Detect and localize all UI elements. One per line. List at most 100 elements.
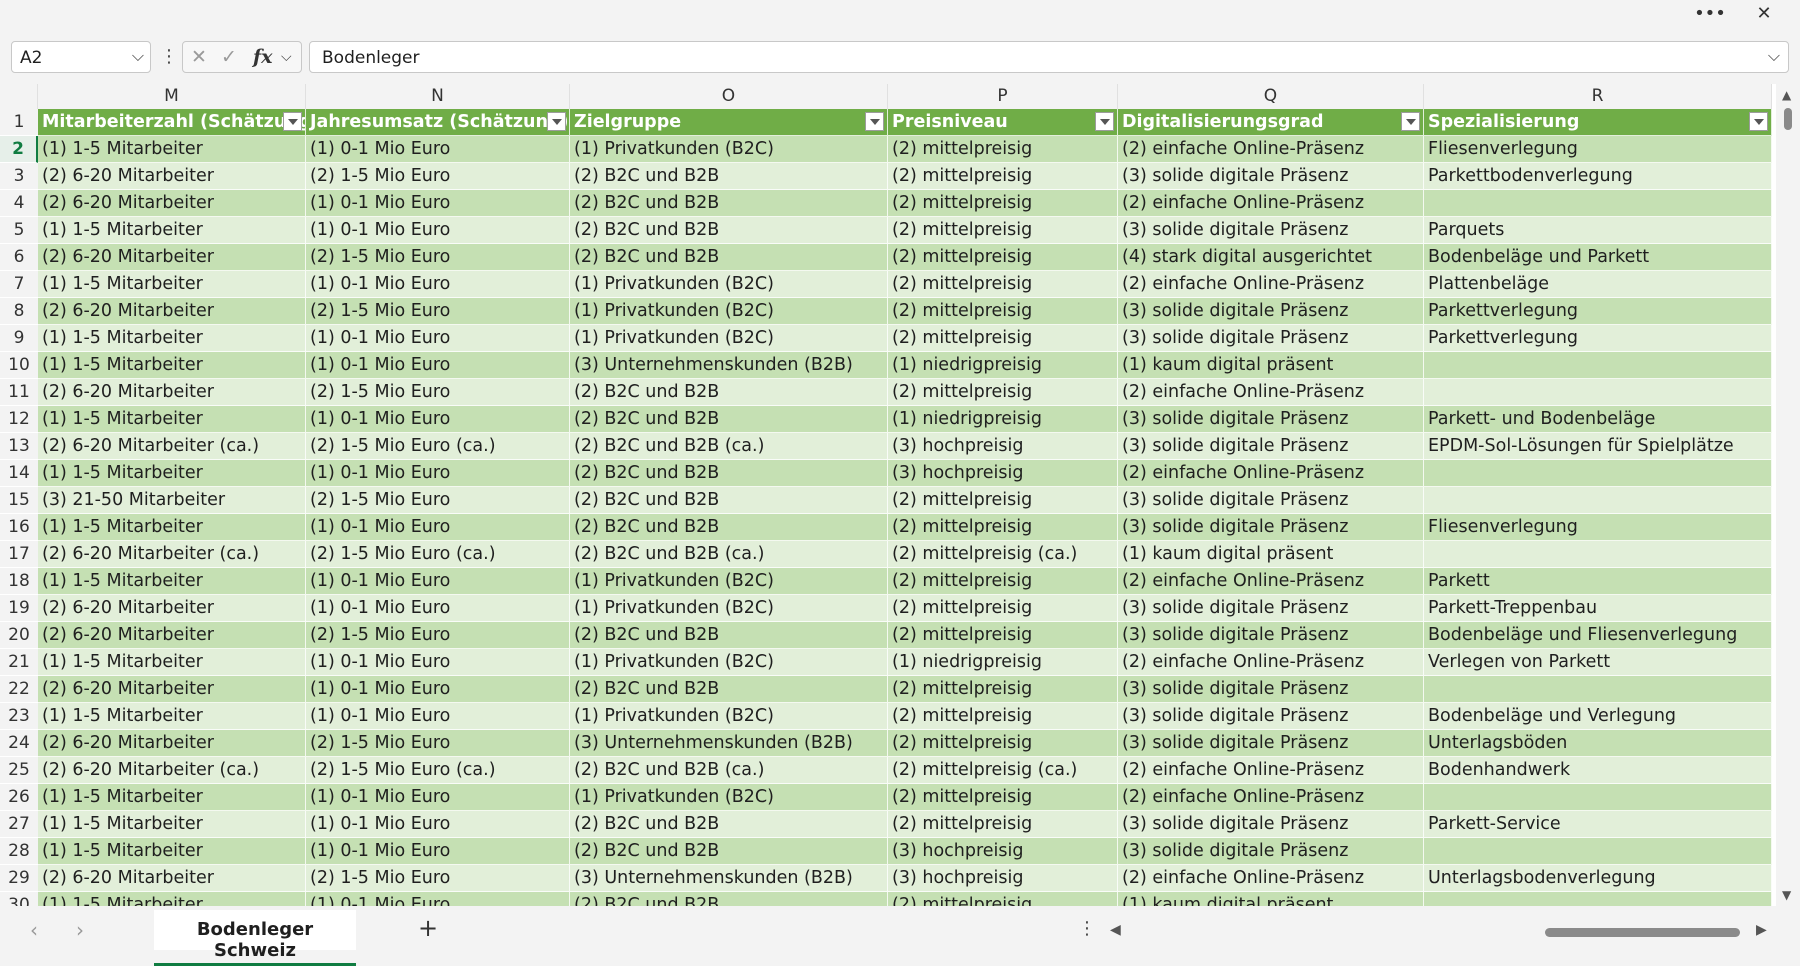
cell-m[interactable]: (1) 1-5 Mitarbeiter bbox=[38, 811, 306, 838]
cell-m[interactable]: (2) 6-20 Mitarbeiter bbox=[38, 730, 306, 757]
row-header-24[interactable]: 24 bbox=[0, 730, 38, 757]
cell-r[interactable]: Unterlagsböden bbox=[1424, 730, 1772, 757]
table-header-cell[interactable]: Jahresumsatz (Schätzung) bbox=[306, 109, 570, 136]
cell-r[interactable] bbox=[1424, 487, 1772, 514]
row-header-13[interactable]: 13 bbox=[0, 433, 38, 460]
chevron-down-icon[interactable]: ⌵ bbox=[132, 46, 144, 66]
cell-p[interactable]: (2) mittelpreisig bbox=[888, 676, 1118, 703]
cell-r[interactable]: Bodenbeläge und Fliesenverlegung bbox=[1424, 622, 1772, 649]
cell-o[interactable]: (1) Privatkunden (B2C) bbox=[570, 271, 888, 298]
cell-p[interactable]: (2) mittelpreisig bbox=[888, 595, 1118, 622]
cell-o[interactable]: (2) B2C und B2B bbox=[570, 163, 888, 190]
cell-p[interactable]: (3) hochpreisig bbox=[888, 433, 1118, 460]
cell-n[interactable]: (2) 1-5 Mio Euro bbox=[306, 622, 570, 649]
row-header-20[interactable]: 20 bbox=[0, 622, 38, 649]
cell-p[interactable]: (2) mittelpreisig bbox=[888, 784, 1118, 811]
cell-o[interactable]: (2) B2C und B2B bbox=[570, 676, 888, 703]
row-header-30[interactable]: 30 bbox=[0, 892, 38, 906]
cell-n[interactable]: (2) 1-5 Mio Euro (ca.) bbox=[306, 433, 570, 460]
cell-q[interactable]: (3) solide digitale Präsenz bbox=[1118, 622, 1424, 649]
cell-q[interactable]: (1) kaum digital präsent bbox=[1118, 541, 1424, 568]
cell-n[interactable]: (1) 0-1 Mio Euro bbox=[306, 217, 570, 244]
cell-n[interactable]: (1) 0-1 Mio Euro bbox=[306, 838, 570, 865]
cell-p[interactable]: (2) mittelpreisig bbox=[888, 622, 1118, 649]
cell-n[interactable]: (1) 0-1 Mio Euro bbox=[306, 136, 570, 163]
cell-o[interactable]: (2) B2C und B2B bbox=[570, 460, 888, 487]
cell-q[interactable]: (2) einfache Online-Präsenz bbox=[1118, 568, 1424, 595]
cell-q[interactable]: (3) solide digitale Präsenz bbox=[1118, 163, 1424, 190]
cell-o[interactable]: (2) B2C und B2B bbox=[570, 892, 888, 906]
cell-n[interactable]: (1) 0-1 Mio Euro bbox=[306, 271, 570, 298]
cell-r[interactable]: Parkett- und Bodenbeläge bbox=[1424, 406, 1772, 433]
filter-dropdown-icon[interactable] bbox=[1095, 112, 1114, 131]
filter-dropdown-icon[interactable] bbox=[547, 112, 566, 131]
cell-m[interactable]: (2) 6-20 Mitarbeiter bbox=[38, 244, 306, 271]
cell-q[interactable]: (2) einfache Online-Präsenz bbox=[1118, 784, 1424, 811]
cell-r[interactable] bbox=[1424, 190, 1772, 217]
cell-q[interactable]: (4) stark digital ausgerichtet bbox=[1118, 244, 1424, 271]
cell-m[interactable]: (2) 6-20 Mitarbeiter (ca.) bbox=[38, 541, 306, 568]
cell-p[interactable]: (2) mittelpreisig bbox=[888, 217, 1118, 244]
cell-n[interactable]: (2) 1-5 Mio Euro bbox=[306, 730, 570, 757]
cell-n[interactable]: (1) 0-1 Mio Euro bbox=[306, 649, 570, 676]
formula-bar-more-icon[interactable]: ⋮ bbox=[160, 46, 178, 67]
cell-q[interactable]: (3) solide digitale Präsenz bbox=[1118, 676, 1424, 703]
cell-o[interactable]: (2) B2C und B2B bbox=[570, 838, 888, 865]
cell-p[interactable]: (3) hochpreisig bbox=[888, 838, 1118, 865]
cell-q[interactable]: (2) einfache Online-Präsenz bbox=[1118, 136, 1424, 163]
cell-n[interactable]: (1) 0-1 Mio Euro bbox=[306, 784, 570, 811]
row-header-28[interactable]: 28 bbox=[0, 838, 38, 865]
cell-n[interactable]: (1) 0-1 Mio Euro bbox=[306, 892, 570, 906]
cell-r[interactable]: Parkett-Service bbox=[1424, 811, 1772, 838]
scroll-down-icon[interactable]: ▼ bbox=[1782, 888, 1791, 902]
cell-o[interactable]: (1) Privatkunden (B2C) bbox=[570, 703, 888, 730]
cell-o[interactable]: (2) B2C und B2B bbox=[570, 190, 888, 217]
cell-r[interactable]: Unterlagsbodenverlegung bbox=[1424, 865, 1772, 892]
cell-q[interactable]: (3) solide digitale Präsenz bbox=[1118, 217, 1424, 244]
filter-dropdown-icon[interactable] bbox=[283, 112, 302, 131]
column-header-r[interactable]: R bbox=[1424, 84, 1772, 109]
select-all-corner[interactable] bbox=[0, 84, 38, 109]
cell-m[interactable]: (2) 6-20 Mitarbeiter bbox=[38, 163, 306, 190]
cell-m[interactable]: (1) 1-5 Mitarbeiter bbox=[38, 406, 306, 433]
cell-n[interactable]: (2) 1-5 Mio Euro bbox=[306, 865, 570, 892]
cell-m[interactable]: (2) 6-20 Mitarbeiter bbox=[38, 379, 306, 406]
cell-n[interactable]: (1) 0-1 Mio Euro bbox=[306, 460, 570, 487]
expand-formula-icon[interactable]: ⌵ bbox=[1768, 46, 1780, 66]
table-header-cell[interactable]: Preisniveau bbox=[888, 109, 1118, 136]
table-header-cell[interactable]: Spezialisierung bbox=[1424, 109, 1772, 136]
column-header-p[interactable]: P bbox=[888, 84, 1118, 109]
cell-n[interactable]: (2) 1-5 Mio Euro (ca.) bbox=[306, 757, 570, 784]
cell-n[interactable]: (2) 1-5 Mio Euro bbox=[306, 298, 570, 325]
cell-r[interactable]: EPDM-Sol-Lösungen für Spielplätze bbox=[1424, 433, 1772, 460]
insert-function-icon[interactable]: fx bbox=[253, 46, 273, 68]
formula-input[interactable]: Bodenleger ⌵ bbox=[309, 41, 1789, 73]
cell-p[interactable]: (2) mittelpreisig bbox=[888, 514, 1118, 541]
prev-sheet-icon[interactable]: ‹ bbox=[30, 918, 38, 942]
cell-m[interactable]: (2) 6-20 Mitarbeiter (ca.) bbox=[38, 757, 306, 784]
sheet-tab-bodenleger-schweiz[interactable]: Bodenleger Schweiz bbox=[154, 910, 356, 966]
cell-o[interactable]: (2) B2C und B2B bbox=[570, 487, 888, 514]
cell-p[interactable]: (2) mittelpreisig bbox=[888, 163, 1118, 190]
cell-q[interactable]: (2) einfache Online-Präsenz bbox=[1118, 379, 1424, 406]
cell-m[interactable]: (1) 1-5 Mitarbeiter bbox=[38, 271, 306, 298]
cell-r[interactable]: Verlegen von Parkett bbox=[1424, 649, 1772, 676]
cell-o[interactable]: (2) B2C und B2B bbox=[570, 514, 888, 541]
cell-q[interactable]: (3) solide digitale Präsenz bbox=[1118, 298, 1424, 325]
cell-n[interactable]: (1) 0-1 Mio Euro bbox=[306, 352, 570, 379]
column-header-n[interactable]: N bbox=[306, 84, 570, 109]
cell-q[interactable]: (3) solide digitale Präsenz bbox=[1118, 325, 1424, 352]
cell-o[interactable]: (1) Privatkunden (B2C) bbox=[570, 649, 888, 676]
cell-m[interactable]: (1) 1-5 Mitarbeiter bbox=[38, 838, 306, 865]
row-header-22[interactable]: 22 bbox=[0, 676, 38, 703]
cell-q[interactable]: (3) solide digitale Präsenz bbox=[1118, 730, 1424, 757]
table-header-cell[interactable]: Mitarbeiterzahl (Schätzung) bbox=[38, 109, 306, 136]
row-header-4[interactable]: 4 bbox=[0, 190, 38, 217]
cell-m[interactable]: (1) 1-5 Mitarbeiter bbox=[38, 514, 306, 541]
row-header-1[interactable]: 1 bbox=[0, 109, 38, 136]
vertical-scrollbar[interactable]: ▲ ▼ bbox=[1776, 84, 1800, 906]
vertical-scroll-thumb[interactable] bbox=[1784, 108, 1792, 130]
cell-q[interactable]: (2) einfache Online-Präsenz bbox=[1118, 271, 1424, 298]
cell-p[interactable]: (2) mittelpreisig (ca.) bbox=[888, 541, 1118, 568]
cell-m[interactable]: (1) 1-5 Mitarbeiter bbox=[38, 325, 306, 352]
